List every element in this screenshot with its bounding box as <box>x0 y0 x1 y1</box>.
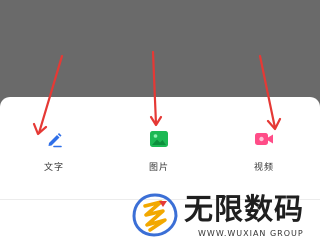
post-image-label: 图片 <box>148 163 169 173</box>
image-icon <box>150 131 168 147</box>
post-text-option[interactable]: 文字 <box>22 128 86 180</box>
watermark-title: 无限数码 <box>184 192 305 226</box>
post-text-label: 文字 <box>43 163 64 173</box>
watermark-subtitle: WWW.WUXIAN GROUP <box>198 229 304 238</box>
post-video-label: 视频 <box>253 163 274 173</box>
post-video-option[interactable]: 视频 <box>232 128 296 180</box>
pencil-icon <box>48 133 62 148</box>
watermark: 无限数码 WWW.WUXIAN GROUP <box>130 192 320 241</box>
post-image-option[interactable]: 图片 <box>127 128 191 180</box>
watermark-logo-icon <box>132 193 178 237</box>
video-camera-icon <box>255 133 273 145</box>
